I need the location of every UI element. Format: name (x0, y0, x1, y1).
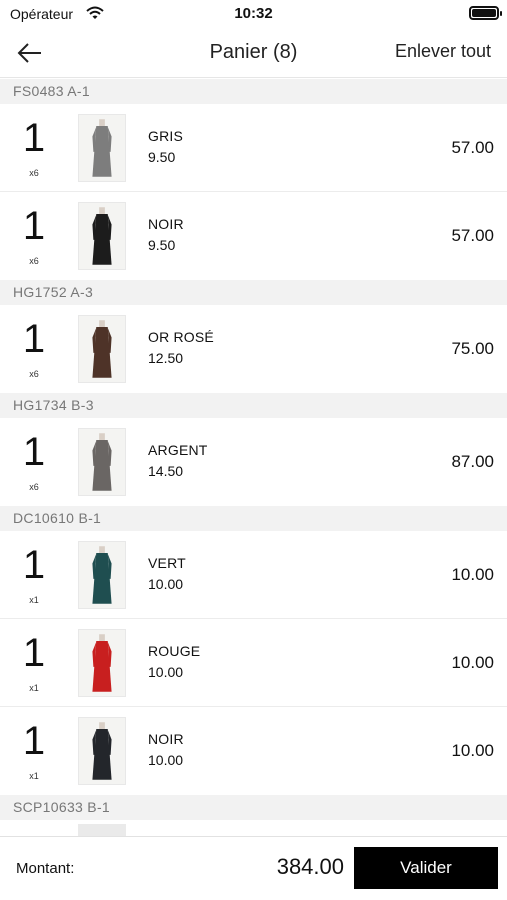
item-multiplier: x6 (29, 168, 39, 178)
item-line-total: 57.00 (451, 226, 494, 245)
item-quantity[interactable]: 1 (14, 543, 54, 587)
item-line-total: 87.00 (451, 452, 494, 471)
item-color: ARGENT (148, 442, 208, 458)
item-quantity[interactable]: 1 (14, 719, 54, 763)
status-bar: Opérateur 10:32 (0, 0, 507, 28)
cart-item-row[interactable]: 1 x6 NOIR 9.50 57.00 (0, 192, 507, 280)
item-color: ROUGE (148, 643, 201, 659)
item-multiplier: x1 (29, 683, 39, 693)
battery-icon (469, 6, 502, 20)
total-label: Montant: (16, 860, 75, 877)
cart-item-row[interactable]: 1 x1 ROUGE 10.00 10.00 (0, 619, 507, 707)
cart-item-row[interactable]: 1 x1 NOIR 10.00 10.00 (0, 707, 507, 795)
product-thumbnail (78, 315, 126, 383)
footer: Montant: 384.00 Valider (0, 836, 507, 900)
clear-all-button[interactable]: Enlever tout (395, 41, 491, 62)
item-color: NOIR (148, 731, 184, 747)
product-thumbnail (78, 428, 126, 496)
cart-item-row[interactable]: 1 x1 VERT 10.00 10.00 (0, 531, 507, 619)
item-unit-price: 9.50 (148, 237, 176, 253)
product-thumbnail (78, 202, 126, 270)
dress-icon (92, 320, 112, 378)
item-quantity[interactable]: 1 (14, 116, 54, 160)
dress-icon (92, 119, 112, 177)
item-line-total: 10.00 (451, 565, 494, 584)
item-line-total: 75.00 (451, 339, 494, 358)
item-unit-price: 10.00 (148, 576, 184, 592)
dress-icon (92, 433, 112, 491)
item-color: GRIS (148, 128, 184, 144)
status-time: 10:32 (234, 5, 273, 22)
dress-icon (92, 546, 112, 604)
product-thumbnail (78, 114, 126, 182)
item-unit-price: 10.00 (148, 752, 184, 768)
item-line-total: 10.00 (451, 653, 494, 672)
item-unit-price: 10.00 (148, 664, 184, 680)
item-unit-price: 12.50 (148, 350, 184, 366)
item-line-total: 10.00 (451, 741, 494, 760)
item-quantity[interactable]: 1 (14, 317, 54, 361)
cart-item-row[interactable]: 1 x6 GRIS 9.50 57.00 (0, 104, 507, 192)
cart-item-row[interactable]: 1 x6 OR ROSÉ 12.50 75.00 (0, 305, 507, 393)
product-thumbnail (78, 629, 126, 697)
item-quantity[interactable]: 1 (14, 430, 54, 474)
item-multiplier: x6 (29, 256, 39, 266)
item-unit-price: 14.50 (148, 463, 184, 479)
item-unit-price: 9.50 (148, 149, 176, 165)
section-header: DC10610 B-1 (0, 506, 507, 531)
cart-list[interactable]: FS0483 A-1 1 x6 GRIS 9.50 57.00 1 x6 NOIR 9.50 57.… (0, 79, 507, 836)
product-thumbnail (78, 541, 126, 609)
item-color: NOIR (148, 216, 184, 232)
dress-icon (92, 207, 112, 265)
product-thumbnail (78, 824, 126, 836)
nav-bar: Panier (8) Enlever tout (0, 28, 507, 78)
validate-button[interactable]: Valider (354, 847, 498, 889)
item-line-total: 57.00 (451, 138, 494, 157)
item-multiplier: x1 (29, 595, 39, 605)
section-header: HG1734 B-3 (0, 393, 507, 418)
item-color: VERT (148, 555, 186, 571)
cart-item-row[interactable]: 1 x6 ARGENT 14.50 87.00 (0, 418, 507, 506)
item-multiplier: x6 (29, 482, 39, 492)
section-header: HG1752 A-3 (0, 280, 507, 305)
dress-icon (92, 634, 112, 692)
product-thumbnail (78, 717, 126, 785)
item-quantity[interactable]: 1 (14, 631, 54, 675)
item-quantity[interactable]: 1 (14, 204, 54, 248)
cart-item-row[interactable] (0, 820, 507, 836)
item-multiplier: x1 (29, 771, 39, 781)
dress-icon (92, 722, 112, 780)
section-header: SCP10633 B-1 (0, 795, 507, 820)
total-value: 384.00 (276, 854, 344, 879)
item-color: OR ROSÉ (148, 329, 214, 345)
item-multiplier: x6 (29, 369, 39, 379)
section-header: FS0483 A-1 (0, 79, 507, 104)
